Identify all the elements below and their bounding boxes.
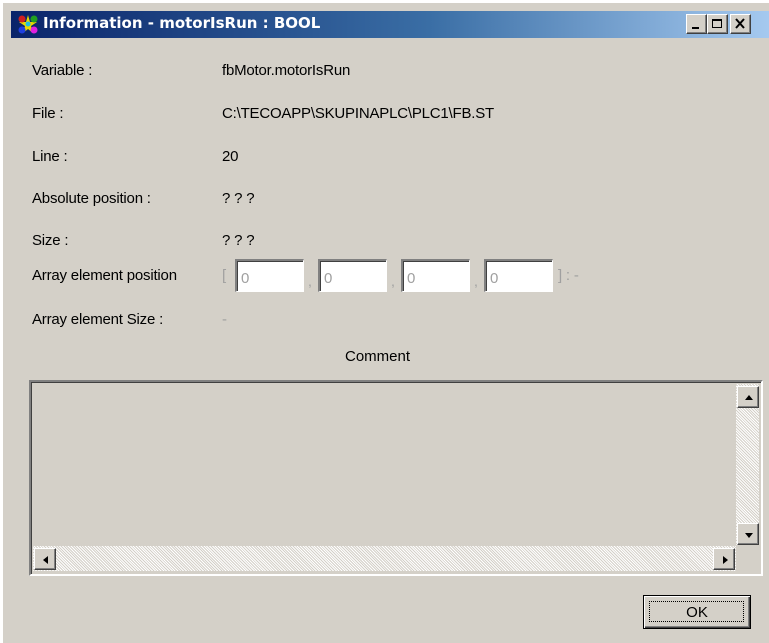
line-label: Line : xyxy=(32,148,68,165)
title-bar[interactable]: Information - motorIsRun : BOOL xyxy=(11,11,769,38)
ok-button-label: OK xyxy=(686,604,708,621)
arrow-left-icon xyxy=(43,556,48,564)
ok-button[interactable]: OK xyxy=(643,595,751,629)
close-icon xyxy=(735,18,745,29)
array-separator: , xyxy=(474,273,478,289)
minimize-icon xyxy=(692,27,699,29)
horizontal-scrollbar[interactable] xyxy=(33,546,736,571)
scroll-up-button[interactable] xyxy=(737,386,759,408)
array-element-size-value: - xyxy=(222,311,227,328)
minimize-button[interactable] xyxy=(686,14,707,34)
scroll-corner xyxy=(736,546,759,571)
maximize-icon xyxy=(712,19,722,28)
absolute-position-value: ? ? ? xyxy=(222,190,255,207)
information-dialog: Information - motorIsRun : BOOL Variable… xyxy=(0,0,769,643)
app-icon xyxy=(18,15,38,34)
array-separator: , xyxy=(391,273,395,289)
comment-label: Comment xyxy=(345,348,411,365)
window-title: Information - motorIsRun : BOOL xyxy=(43,14,321,32)
size-label: Size : xyxy=(32,232,69,249)
close-button[interactable] xyxy=(730,14,751,34)
array-open-bracket: [ xyxy=(222,267,226,284)
array-index-input-1[interactable] xyxy=(235,259,304,292)
scroll-right-button[interactable] xyxy=(713,548,735,570)
maximize-button[interactable] xyxy=(707,14,728,34)
array-index-input-3[interactable] xyxy=(401,259,470,292)
arrow-down-icon xyxy=(745,533,753,538)
variable-value: fbMotor.motorIsRun xyxy=(222,62,351,79)
scroll-left-button[interactable] xyxy=(34,548,56,570)
absolute-position-label: Absolute position : xyxy=(32,190,151,207)
arrow-up-icon xyxy=(745,395,753,400)
line-value: 20 xyxy=(222,148,239,165)
size-value: ? ? ? xyxy=(222,232,255,249)
array-index-input-2[interactable] xyxy=(318,259,387,292)
array-index-input-4[interactable] xyxy=(484,259,553,292)
file-value: C:\TECOAPP\SKUPINAPLC\PLC1\FB.ST xyxy=(222,105,495,122)
variable-label: Variable : xyxy=(32,62,93,79)
array-separator: , xyxy=(308,273,312,289)
vertical-scrollbar[interactable] xyxy=(736,384,759,545)
scroll-down-button[interactable] xyxy=(737,523,759,545)
array-element-position-label: Array element position xyxy=(32,267,177,284)
array-close-bracket: ] : - xyxy=(558,267,579,284)
array-element-size-label: Array element Size : xyxy=(32,311,164,328)
file-label: File : xyxy=(32,105,64,122)
arrow-right-icon xyxy=(723,556,728,564)
